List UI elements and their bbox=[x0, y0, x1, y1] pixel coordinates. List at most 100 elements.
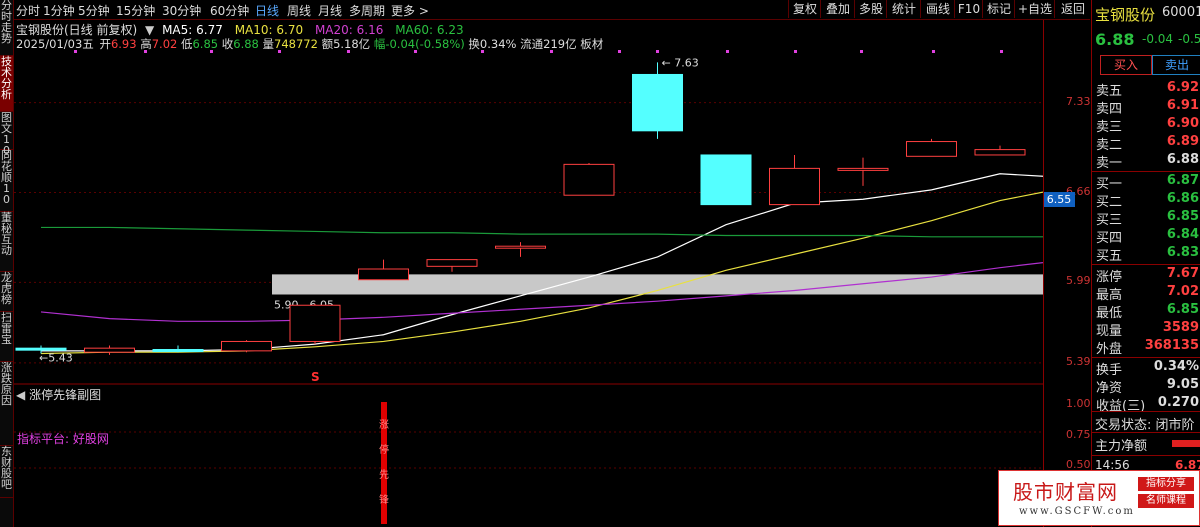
period-8[interactable]: 月线 bbox=[318, 2, 342, 19]
candle-body bbox=[632, 73, 683, 132]
left-tab-7[interactable]: 涨跌原因 bbox=[0, 362, 13, 446]
left-tab-1[interactable]: 技术分析 bbox=[0, 56, 13, 112]
stat-label: 涨停 bbox=[1096, 270, 1123, 285]
stat2-value: 0.34% bbox=[1153, 359, 1199, 374]
bid-label: 买一 bbox=[1096, 177, 1123, 192]
left-tab-8[interactable]: 东财股吧 bbox=[0, 446, 13, 498]
left-tab-5[interactable]: 龙虎榜 bbox=[0, 272, 13, 312]
signal-char: 锋 bbox=[379, 493, 389, 506]
toolbar-btn-1[interactable]: 叠加 bbox=[820, 0, 855, 18]
stat2-value: 9.05 bbox=[1166, 377, 1199, 392]
current-price-tag: 6.55 bbox=[1043, 192, 1075, 207]
stat-label: 最低 bbox=[1096, 306, 1123, 321]
ask-label: 卖三 bbox=[1096, 120, 1123, 135]
candle[interactable] bbox=[974, 145, 1026, 156]
period-7[interactable]: 周线 bbox=[287, 2, 311, 19]
left-tab-0[interactable]: 分时走势 bbox=[0, 0, 13, 56]
bid-price: 6.83 bbox=[1166, 245, 1199, 260]
watermark-tag1: 指标分享 bbox=[1138, 477, 1194, 491]
buy-button[interactable]: 买入 bbox=[1100, 55, 1152, 75]
axis-divider bbox=[1043, 20, 1044, 527]
left-tab-4[interactable]: 董秘互动 bbox=[0, 212, 13, 272]
signal-dot bbox=[210, 50, 213, 53]
divider bbox=[1092, 455, 1200, 456]
candle[interactable] bbox=[700, 154, 752, 206]
kline-chart[interactable]: 5.90 - 6.05← 7.63←5.43S涨停先锋 bbox=[14, 20, 1043, 527]
high-marker: ← 7.63 bbox=[662, 56, 699, 69]
candle[interactable] bbox=[632, 62, 683, 139]
sub-tick: 0.75 bbox=[1066, 428, 1091, 441]
bid-label: 买五 bbox=[1096, 249, 1123, 264]
left-tab-6[interactable]: 扫雷宝 bbox=[0, 312, 13, 362]
ask-label: 卖四 bbox=[1096, 102, 1123, 117]
left-tab-3[interactable]: 同花顺10 bbox=[0, 150, 13, 212]
candle[interactable] bbox=[221, 340, 272, 353]
period-1[interactable]: 1分钟 bbox=[43, 2, 75, 19]
candle-body bbox=[358, 268, 409, 281]
subchart-title: 涨停先锋副图 bbox=[29, 388, 102, 402]
candle[interactable] bbox=[289, 303, 341, 345]
ma5-line bbox=[41, 173, 1043, 352]
candle[interactable] bbox=[837, 157, 889, 186]
quote-panel: 宝钢股份 60001 6.88 -0.04 -0.5 买入 卖出 卖五 6.92 卖… bbox=[1091, 0, 1200, 527]
toolbar-btn-0[interactable]: 复权 bbox=[788, 0, 821, 18]
period-10[interactable]: 更多 > bbox=[391, 2, 429, 19]
sell-button[interactable]: 卖出 bbox=[1152, 55, 1200, 75]
toolbar-btn-5[interactable]: F10 bbox=[954, 0, 983, 18]
bid-label: 买二 bbox=[1096, 195, 1123, 210]
period-6[interactable]: 日线 bbox=[255, 2, 279, 19]
bid-price: 6.84 bbox=[1166, 227, 1199, 242]
candle-body bbox=[837, 167, 889, 171]
watermark-url: www.GSCFW.com bbox=[1019, 506, 1135, 517]
signal-dot bbox=[1000, 50, 1003, 53]
candle[interactable] bbox=[152, 345, 204, 353]
ask-price: 6.92 bbox=[1166, 80, 1199, 95]
bid-label: 买三 bbox=[1096, 213, 1123, 228]
toolbar-btn-6[interactable]: 标记 bbox=[982, 0, 1015, 18]
stat-row: 涨停 7.67 bbox=[1095, 266, 1200, 285]
candle[interactable] bbox=[906, 138, 957, 157]
candle[interactable] bbox=[769, 154, 820, 206]
toolbar-btn-4[interactable]: 画线 bbox=[920, 0, 955, 18]
signal-dot bbox=[347, 50, 350, 53]
period-0[interactable]: 分时 bbox=[16, 2, 40, 19]
signal-dot bbox=[144, 50, 147, 53]
candle[interactable] bbox=[426, 259, 478, 272]
bid-row: 买四 6.84 bbox=[1095, 227, 1200, 246]
candle-body bbox=[15, 347, 67, 351]
toolbar-btn-3[interactable]: 统计 bbox=[886, 0, 921, 18]
ask-price: 6.91 bbox=[1166, 98, 1199, 113]
toolbar-btn-7[interactable]: +自选 bbox=[1014, 0, 1055, 18]
signal-dot bbox=[74, 50, 77, 53]
ask-row: 卖五 6.92 bbox=[1095, 80, 1200, 99]
candle[interactable] bbox=[495, 242, 546, 257]
watermark-tag2: 名师课程 bbox=[1138, 494, 1194, 508]
candle[interactable] bbox=[358, 259, 409, 281]
signal-dot bbox=[932, 50, 935, 53]
stat-value: 7.02 bbox=[1166, 284, 1199, 299]
subchart-collapse-icon[interactable]: ◀ bbox=[16, 388, 25, 402]
ask-row: 卖一 6.88 bbox=[1095, 152, 1200, 171]
period-9[interactable]: 多周期 bbox=[349, 2, 385, 19]
toolbar-btn-8[interactable]: 返回 bbox=[1054, 0, 1091, 18]
candle-body bbox=[906, 141, 957, 157]
price-pct: -0.5 bbox=[1178, 32, 1200, 46]
left-tab-2[interactable]: 图文10 bbox=[0, 112, 13, 156]
bid-row: 买一 6.87 bbox=[1095, 173, 1200, 192]
period-4[interactable]: 30分钟 bbox=[162, 2, 201, 19]
stat-label: 最高 bbox=[1096, 288, 1123, 303]
candle[interactable] bbox=[84, 345, 135, 355]
period-2[interactable]: 5分钟 bbox=[78, 2, 110, 19]
candle[interactable] bbox=[563, 163, 615, 196]
period-5[interactable]: 60分钟 bbox=[210, 2, 249, 19]
ask-price: 6.89 bbox=[1166, 134, 1199, 149]
candle-body bbox=[974, 149, 1026, 156]
stat2-label: 换手 bbox=[1096, 363, 1123, 378]
subchart-header: ◀ 涨停先锋副图 bbox=[16, 386, 101, 403]
low-marker: ←5.43 bbox=[39, 352, 73, 365]
left-tab-strip: 分时走势 技术分析 图文10 同花顺10 董秘互动 龙虎榜 扫雷宝 涨跌原因 东财股吧 bbox=[0, 0, 14, 527]
period-3[interactable]: 15分钟 bbox=[116, 2, 155, 19]
toolbar-btn-2[interactable]: 多股 bbox=[854, 0, 887, 18]
bid-row: 买三 6.85 bbox=[1095, 209, 1200, 228]
stat2-value: 0.270 bbox=[1157, 395, 1199, 410]
